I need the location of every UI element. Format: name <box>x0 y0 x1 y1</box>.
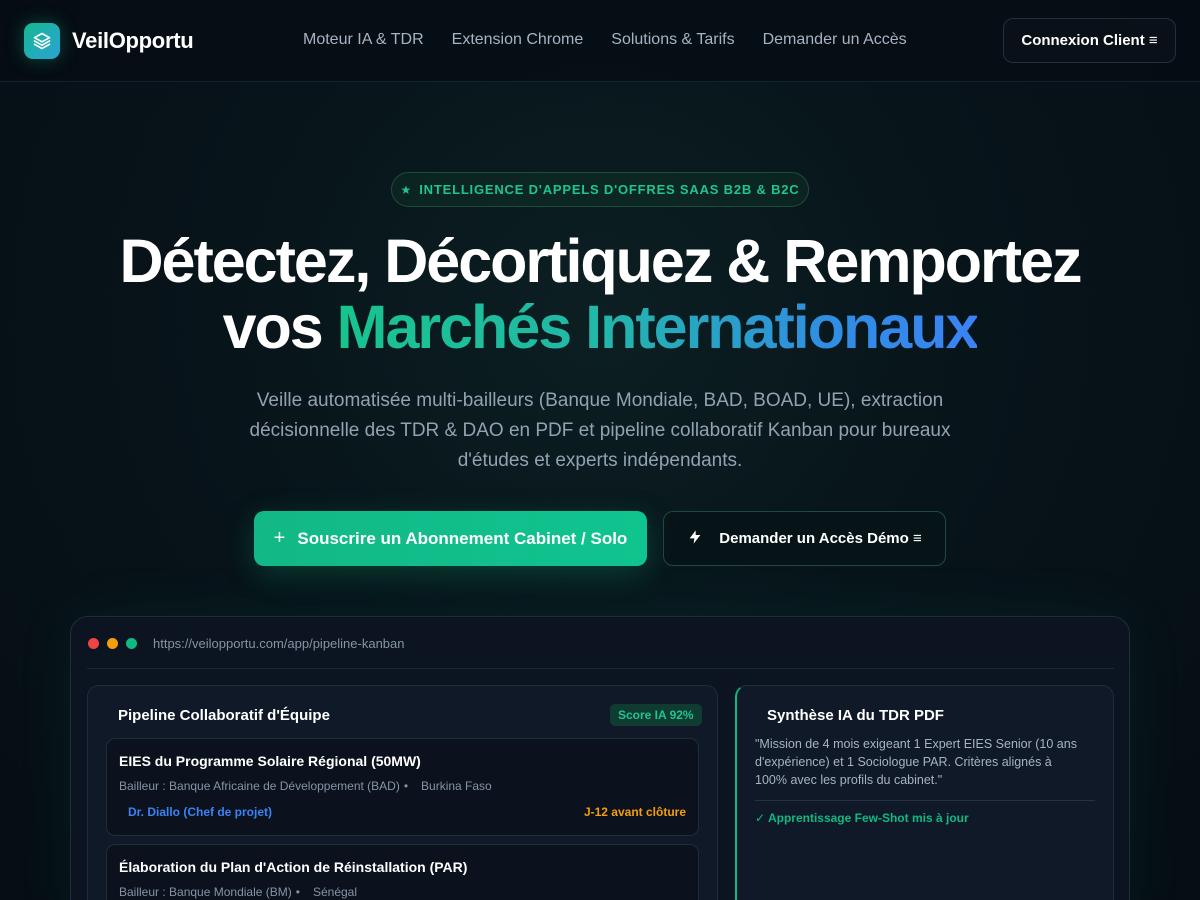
ai-summary-title: Synthèse IA du TDR PDF <box>767 707 944 724</box>
meta-separator: • <box>295 885 300 899</box>
card-owner: Dr. Diallo (Chef de projet) <box>128 805 273 819</box>
meta-separator: • <box>403 779 409 793</box>
request-demo-button-label: Demander un Accès Démo ≡ <box>719 530 922 547</box>
card-meta: Bailleur : Banque Mondiale (BM) • Sénéga… <box>119 885 357 899</box>
card-meta: Bailleur : Banque Africaine de Développe… <box>119 779 492 793</box>
card-title: EIES du Programme Solaire Régional (50MW… <box>119 753 421 769</box>
brand[interactable]: VeilOpportu <box>24 23 194 59</box>
hero-title-line2-gradient: Marchés Internationaux <box>336 293 980 361</box>
hero-subtitle: Veille automatisée multi-bailleurs (Banq… <box>249 390 951 471</box>
nav-link-demander-acces[interactable]: Demander un Accès <box>763 31 907 49</box>
subscribe-button-label: Souscrire un Abonnement Cabinet / Solo <box>297 528 628 548</box>
pipeline-title: Pipeline Collaboratif d'Équipe <box>118 707 330 724</box>
layers-icon <box>24 23 60 59</box>
pipeline-panel: Pipeline Collaboratif d'Équipe Score IA … <box>87 685 718 900</box>
subscribe-button[interactable]: + Souscrire un Abonnement Cabinet / Solo <box>254 511 647 566</box>
ai-summary-panel: Synthèse IA du TDR PDF "Mission de 4 moi… <box>735 685 1114 900</box>
nav-link-solutions-tarifs[interactable]: Solutions & Tarifs <box>611 31 734 49</box>
card-title: Élaboration du Plan d'Action de Réinstal… <box>119 859 468 875</box>
hero-title-line2-plain: vos <box>222 293 337 361</box>
main-nav: Moteur IA & TDR Extension Chrome Solutio… <box>303 31 935 49</box>
divider <box>755 800 1095 801</box>
nav-link-extension-chrome[interactable]: Extension Chrome <box>452 31 584 49</box>
pipeline-card[interactable]: EIES du Programme Solaire Régional (50MW… <box>106 738 699 836</box>
pipeline-card[interactable]: Élaboration du Plan d'Action de Réinstal… <box>106 844 699 900</box>
card-country: Sénégal <box>312 885 358 899</box>
ai-learning-status: ✓ Apprentissage Few-Shot mis à jour <box>755 811 969 825</box>
hero-badge-label: INTELLIGENCE D'APPELS D'OFFRES SAAS B2B … <box>419 182 800 197</box>
browser-bar: https://veilopportu.com/app/pipeline-kan… <box>87 617 1114 669</box>
lightning-icon <box>687 529 703 549</box>
address-url: https://veilopportu.com/app/pipeline-kan… <box>153 636 405 651</box>
app-preview: https://veilopportu.com/app/pipeline-kan… <box>70 616 1130 900</box>
navbar: VeilOpportu Moteur IA & TDR Extension Ch… <box>0 0 1200 82</box>
plus-icon: + <box>273 527 286 549</box>
hero-badge: ★ INTELLIGENCE D'APPELS D'OFFRES SAAS B2… <box>391 172 809 207</box>
window-minimize-dot <box>107 638 118 649</box>
client-login-button[interactable]: Connexion Client ≡ <box>1003 18 1176 63</box>
request-demo-button[interactable]: Demander un Accès Démo ≡ <box>663 511 946 566</box>
card-donor: Bailleur : Banque Mondiale (BM) <box>119 885 292 899</box>
ai-score-badge: Score IA 92% <box>610 704 702 726</box>
card-deadline: J-12 avant clôture <box>583 805 686 819</box>
window-close-dot <box>88 638 99 649</box>
card-donor: Bailleur : Banque Africaine de Développe… <box>119 779 400 793</box>
hero-title-line1: Détectez, Décortiquez & Remportez <box>119 227 1082 295</box>
ai-summary-quote: "Mission de 4 mois exigeant 1 Expert EIE… <box>755 737 1077 787</box>
brand-name: VeilOpportu <box>72 28 194 53</box>
star-icon: ★ <box>400 182 412 197</box>
window-maximize-dot <box>126 638 137 649</box>
nav-link-moteur-ia[interactable]: Moteur IA & TDR <box>303 31 424 49</box>
card-country: Burkina Faso <box>421 779 492 793</box>
hero-title: Détectez, Décortiquez & Remportez vos Ma… <box>0 228 1200 360</box>
